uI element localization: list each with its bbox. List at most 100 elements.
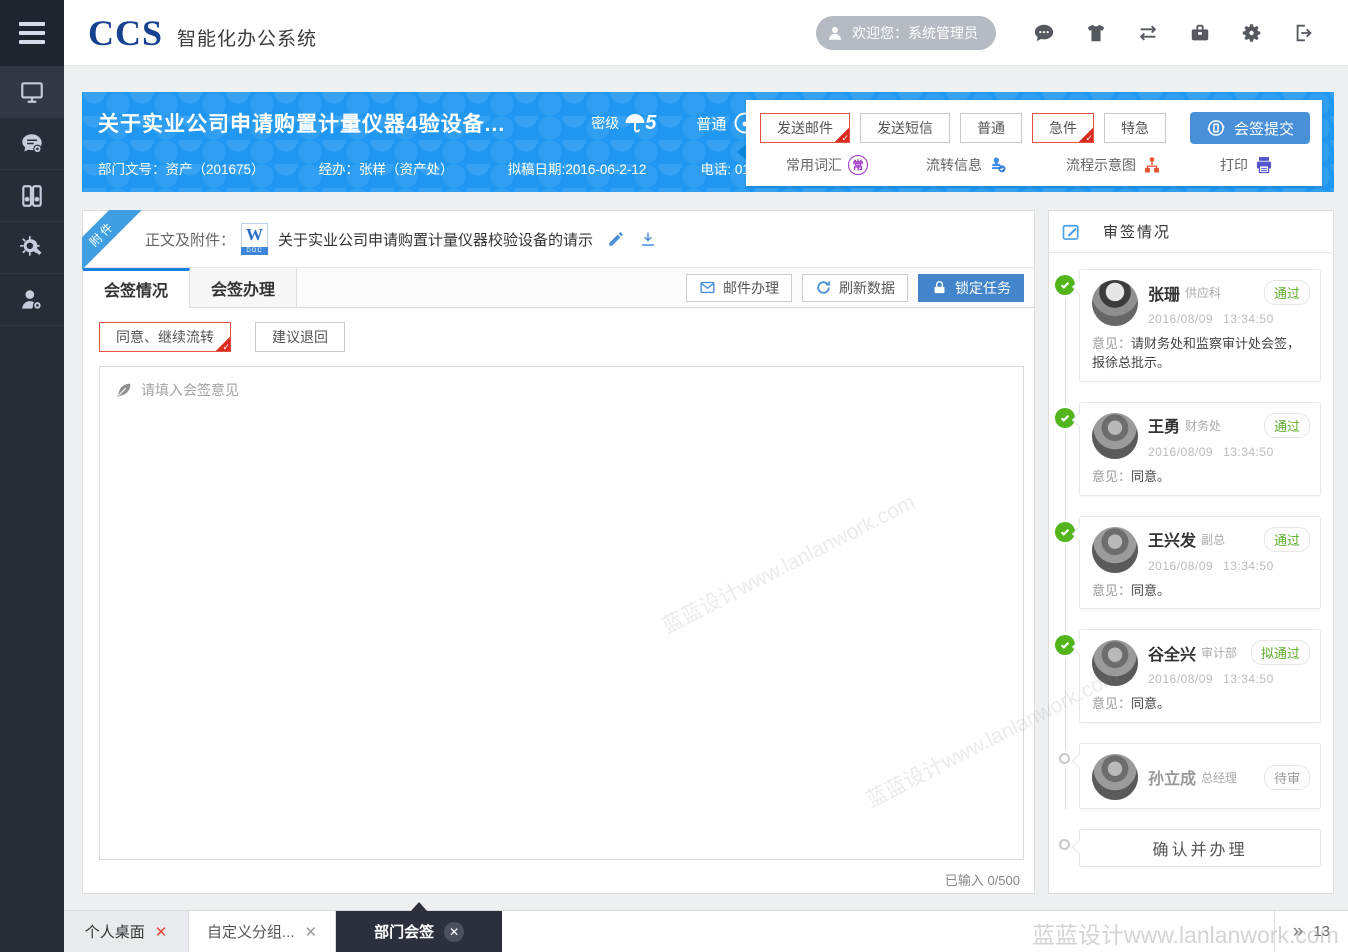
download-icon[interactable] <box>639 230 657 248</box>
close-icon[interactable]: ✕ <box>155 923 168 941</box>
review-panel: 审签情况 张珊 供应科 通过 <box>1048 210 1334 894</box>
status-badge: 通过 <box>1264 413 1310 438</box>
review-opinion: 意见：同意。 <box>1092 468 1310 487</box>
welcome-text: 欢迎您：系统管理员 <box>852 23 978 43</box>
tab-overflow-controls: » 13 <box>1274 911 1348 952</box>
gear-icon[interactable] <box>1226 13 1278 53</box>
printer-icon <box>1254 155 1274 175</box>
umbrella-icon <box>623 111 647 135</box>
app-logo: CCS 智能化办公系统 <box>88 12 317 54</box>
avatar <box>1092 754 1138 800</box>
common-words-icon: 常 <box>848 155 868 175</box>
countersign-submit-button[interactable]: 会签提交 <box>1190 112 1310 144</box>
confirm-entry: 确认并办理 <box>1079 829 1321 867</box>
suggest-return-button[interactable]: 建议退回 <box>255 322 345 352</box>
sidebar-item-settings[interactable] <box>0 222 64 274</box>
app-root: CCS 智能化办公系统 欢迎您：系统管理员 <box>0 0 1348 952</box>
sidebar-item-archives[interactable] <box>0 170 64 222</box>
priority-extra-urgent-button[interactable]: 特急 <box>1104 113 1166 143</box>
priority-urgent-button[interactable]: 急件 ✓ <box>1032 113 1094 143</box>
comment-icon[interactable] <box>1018 13 1070 53</box>
briefcase-icon[interactable] <box>1174 13 1226 53</box>
status-badge: 拟通过 <box>1251 640 1310 665</box>
close-icon[interactable]: ✕ <box>444 922 464 942</box>
tab-sign-status[interactable]: 会签情况 <box>83 268 190 308</box>
sidebar <box>0 0 64 952</box>
mail-handle-button[interactable]: 邮件办理 <box>686 274 792 302</box>
envelope-icon <box>699 279 716 296</box>
review-opinion: 意见：同意。 <box>1092 582 1310 601</box>
reviewer-name: 张珊 <box>1148 281 1180 305</box>
gear-wrench-icon <box>19 235 45 261</box>
reviewer-name: 孙立成 <box>1148 765 1196 789</box>
attachment-filename[interactable]: 关于实业公司申请购置计量仪器校验设备的请示 <box>278 229 593 250</box>
checked-corner-icon: ✓ <box>834 127 849 142</box>
lock-task-button[interactable]: 锁定任务 <box>918 274 1024 302</box>
avatar <box>1092 280 1138 326</box>
opinion-actions: 同意、继续流转 ✓ 建议退回 <box>83 308 1034 352</box>
bottom-tab-custom-group[interactable]: 自定义分组...✕ <box>189 911 336 952</box>
org-chart-icon <box>1142 155 1162 175</box>
reviewer-name: 王勇 <box>1148 413 1180 437</box>
review-time: 2016/08/0913:34:50 <box>1148 559 1310 573</box>
avatar <box>1092 527 1138 573</box>
app-title: 智能化办公系统 <box>177 24 317 51</box>
sidebar-item-desktop[interactable] <box>0 66 64 118</box>
action-panel: 发送邮件 ✓ 发送短信 普通 急件 ✓ 特急 会签提交 常用词汇 常 <box>746 100 1322 186</box>
user-settings-icon <box>19 287 45 313</box>
topbar: CCS 智能化办公系统 欢迎您：系统管理员 <box>64 0 1348 66</box>
opinion-placeholder: 请填入会签意见 <box>100 367 1023 400</box>
approve-continue-button[interactable]: 同意、继续流转 ✓ <box>99 322 231 352</box>
bottom-tab-personal-desktop[interactable]: 个人桌面✕ <box>64 911 189 952</box>
user-pill[interactable]: 欢迎您：系统管理员 <box>816 16 996 50</box>
chat-settings-icon <box>19 131 45 157</box>
lock-icon <box>931 279 948 296</box>
stamp-check-icon <box>988 155 1008 175</box>
theme-tshirt-icon[interactable] <box>1070 13 1122 53</box>
secrecy-label: 密级 <box>591 113 619 133</box>
bottom-tab-dept-countersign[interactable]: 部门会签✕ <box>336 911 502 952</box>
edit-pencil-icon[interactable] <box>607 230 625 248</box>
reviewer-dept: 总经理 <box>1201 769 1237 786</box>
char-counter: 已输入 0/500 <box>83 860 1034 889</box>
send-mail-button[interactable]: 发送邮件 ✓ <box>760 113 850 143</box>
topbar-icon-row <box>1018 13 1330 53</box>
reviewer-name: 谷全兴 <box>1148 641 1196 665</box>
print-link[interactable]: 打印 <box>1220 155 1274 175</box>
priority-label: 普通 <box>696 113 726 134</box>
menu-toggle-icon[interactable] <box>0 0 64 66</box>
review-entry: 王勇 财务处 通过 2016/08/0913:34:50 意见：同意。 <box>1079 402 1321 496</box>
status-badge: 通过 <box>1264 527 1310 552</box>
sidebar-item-users[interactable] <box>0 274 64 326</box>
swap-arrows-icon[interactable] <box>1122 13 1174 53</box>
confirm-handle-button[interactable]: 确认并办理 <box>1079 829 1321 867</box>
logout-icon[interactable] <box>1278 13 1330 53</box>
flow-chart-link[interactable]: 流程示意图 <box>1066 155 1162 175</box>
doc-draft-date: 拟稿日期:2016-06-2-12 <box>508 158 647 178</box>
review-opinion: 意见：同意。 <box>1092 695 1310 714</box>
refresh-data-button[interactable]: 刷新数据 <box>802 274 908 302</box>
review-entry: 谷全兴 审计部 拟通过 2016/08/0913:34:50 意见：同意。 <box>1079 629 1321 723</box>
attachment-ribbon: 附件 <box>82 210 144 272</box>
secrecy-level: 密级 5 <box>591 111 656 135</box>
sidebar-item-messages[interactable] <box>0 118 64 170</box>
main-card: 附件 正文及附件： W DOC 关于实业公司申请购置计量仪器校验设备的请示 会签… <box>82 210 1035 894</box>
tab-count: 13 <box>1313 923 1330 940</box>
word-doc-icon[interactable]: W DOC <box>241 223 268 255</box>
avatar <box>1092 640 1138 686</box>
review-opinion: 意见：请财务处和监察审计处会签，报徐总批示。 <box>1092 335 1310 373</box>
review-time: 2016/08/0913:34:50 <box>1148 672 1310 686</box>
tab-sign-handle[interactable]: 会签办理 <box>190 268 297 307</box>
timeline-rail <box>1065 281 1066 809</box>
doc-dept-no: 部门文号：资产（201675） <box>98 158 265 178</box>
opinion-textarea[interactable]: 请填入会签意见 <box>99 366 1024 860</box>
tab-overflow-icon[interactable]: » <box>1293 922 1304 941</box>
approved-check-icon <box>1055 408 1075 428</box>
priority-normal-button[interactable]: 普通 <box>960 113 1022 143</box>
reviewer-dept: 副总 <box>1201 531 1225 548</box>
send-sms-button[interactable]: 发送短信 <box>860 113 950 143</box>
close-icon[interactable]: ✕ <box>305 923 318 941</box>
flow-info-link[interactable]: 流转信息 <box>926 155 1008 175</box>
common-words-link[interactable]: 常用词汇 常 <box>786 155 868 175</box>
bottom-tab-bar: 个人桌面✕ 自定义分组...✕ 部门会签✕ » 13 <box>64 910 1348 952</box>
